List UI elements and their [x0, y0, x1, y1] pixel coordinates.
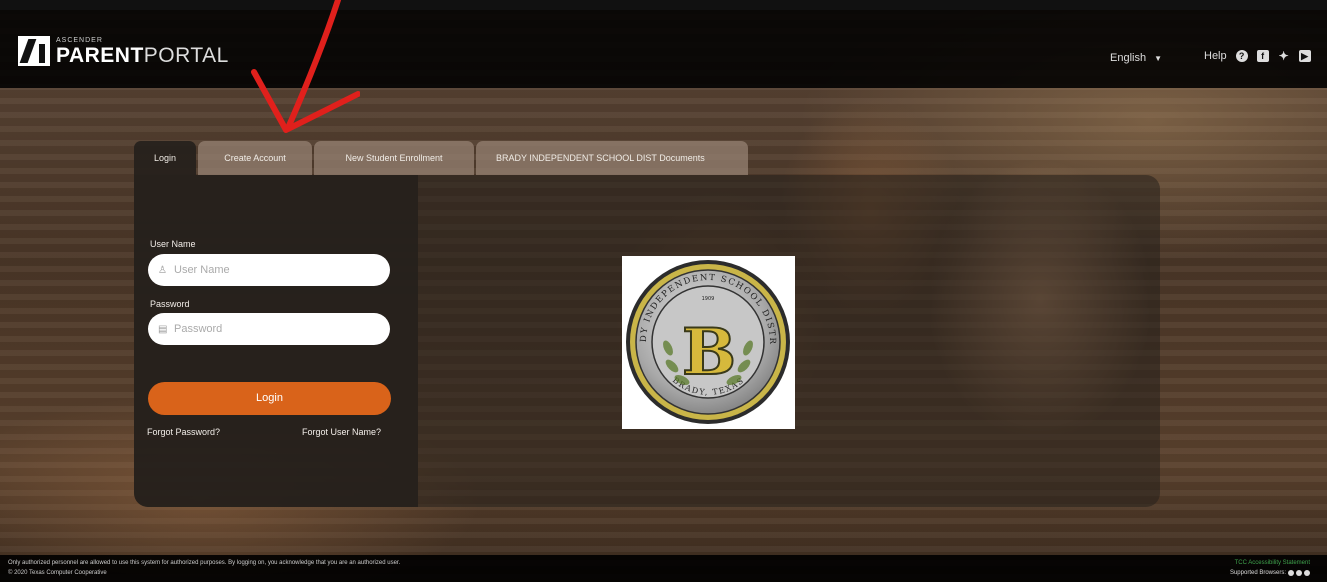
password-input[interactable] — [172, 322, 376, 336]
forgot-username-link[interactable]: Forgot User Name? — [302, 427, 381, 437]
username-input[interactable] — [172, 263, 376, 277]
school-seal-image: BRADY INDEPENDENT SCHOOL DISTRICT BRADY,… — [617, 249, 795, 429]
password-label: Password — [150, 299, 190, 309]
language-select[interactable]: English ▼ — [1110, 52, 1162, 64]
edge-icon[interactable] — [1304, 570, 1310, 576]
youtube-icon[interactable]: ▶ — [1298, 50, 1311, 62]
accessibility-statement-link[interactable]: TCC Accessibility Statement — [1235, 560, 1310, 566]
tab-bar: Login Create Account New Student Enrollm… — [134, 141, 750, 175]
tab-district-documents[interactable]: BRADY INDEPENDENT SCHOOL DIST Documents — [476, 141, 749, 175]
supported-browsers: Supported Browsers: — [1230, 570, 1310, 576]
footer: Only authorized personnel are allowed to… — [0, 555, 1327, 582]
tab-login[interactable]: Login — [134, 141, 197, 175]
header: ASCENDER PARENTPORTAL English ▼ Help ? f … — [0, 10, 1327, 88]
logo-bold-text: PARENT — [56, 43, 144, 67]
supported-browsers-label: Supported Browsers: — [1229, 570, 1286, 576]
username-field[interactable]: ♙ — [148, 254, 390, 286]
logo-sup-text: ASCENDER — [56, 36, 103, 44]
help-link[interactable]: Help — [1204, 50, 1227, 62]
firefox-icon[interactable] — [1296, 570, 1302, 576]
language-label: English — [1110, 52, 1147, 64]
red-annotation-arrow — [251, 0, 360, 133]
footer-disclaimer: Only authorized personnel are allowed to… — [8, 560, 401, 566]
forgot-password-link[interactable]: Forgot Password? — [147, 427, 220, 437]
user-icon: ♙ — [158, 264, 167, 276]
twitter-icon[interactable]: ✦ — [1278, 50, 1290, 62]
parent-portal-logo[interactable]: ASCENDER PARENTPORTAL — [18, 36, 229, 66]
caret-down-icon: ▼ — [1154, 54, 1162, 63]
seal-letter: B — [682, 315, 736, 390]
login-button[interactable]: Login — [148, 382, 391, 415]
password-field[interactable]: ▤ — [148, 313, 390, 345]
school-seal-graphic: BRADY INDEPENDENT SCHOOL DISTRICT BRADY,… — [617, 249, 792, 426]
tab-create-account[interactable]: Create Account — [198, 141, 313, 175]
chrome-icon[interactable] — [1288, 570, 1294, 576]
help-label: Help — [1204, 50, 1227, 62]
facebook-icon[interactable]: f — [1256, 50, 1269, 62]
top-strip — [0, 0, 1327, 10]
logo-light-text: PORTAL — [143, 43, 229, 67]
help-icon[interactable]: ? — [1235, 50, 1248, 62]
ascender-logo-icon — [18, 36, 50, 66]
tab-new-student-enrollment[interactable]: New Student Enrollment — [314, 141, 475, 175]
footer-copyright: © 2020 Texas Computer Cooperative — [8, 570, 107, 576]
seal-year: 1909 — [702, 296, 715, 302]
username-label: User Name — [150, 239, 196, 249]
lock-icon: ▤ — [158, 323, 168, 335]
